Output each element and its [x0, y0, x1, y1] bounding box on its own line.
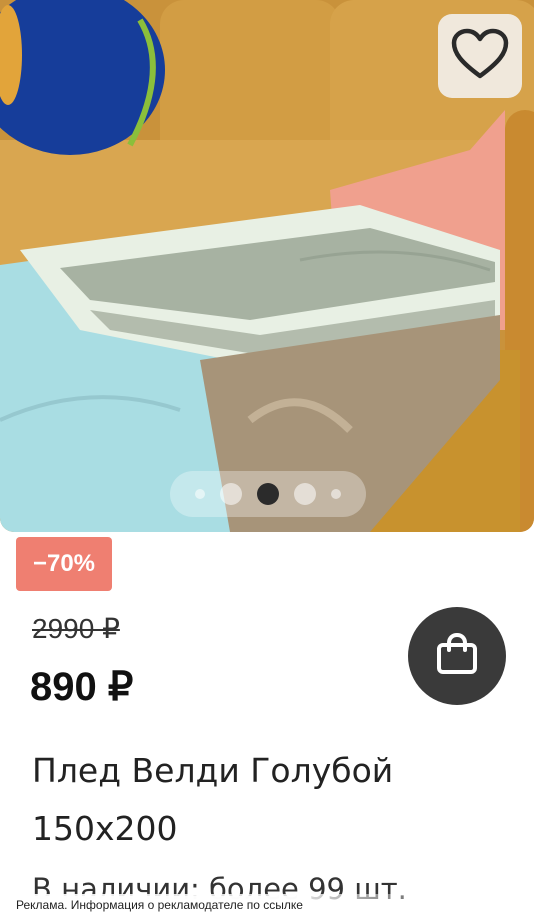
ad-disclaimer-link[interactable]: Реклама. Информация о рекламодателе по с… [10, 896, 309, 914]
carousel-dot[interactable] [220, 483, 242, 505]
product-title[interactable]: Плед Велди Голубой 150x200 [32, 742, 452, 858]
product-title-line: Плед Велди Голубой [32, 751, 394, 790]
favorite-button[interactable] [438, 14, 522, 98]
current-price: 890 ₽ [30, 665, 134, 709]
carousel-dot[interactable] [195, 489, 205, 499]
carousel-dot[interactable] [294, 483, 316, 505]
carousel-dot-active[interactable] [257, 483, 279, 505]
carousel-indicator [170, 471, 366, 517]
discount-badge: −70% [16, 537, 112, 591]
shopping-bag-icon [433, 630, 481, 682]
heart-outline-icon [451, 28, 509, 84]
carousel-dot[interactable] [331, 489, 341, 499]
add-to-cart-button[interactable] [408, 607, 506, 705]
product-title-size: 150x200 [32, 809, 178, 848]
old-price: 2990 ₽ [32, 613, 120, 644]
